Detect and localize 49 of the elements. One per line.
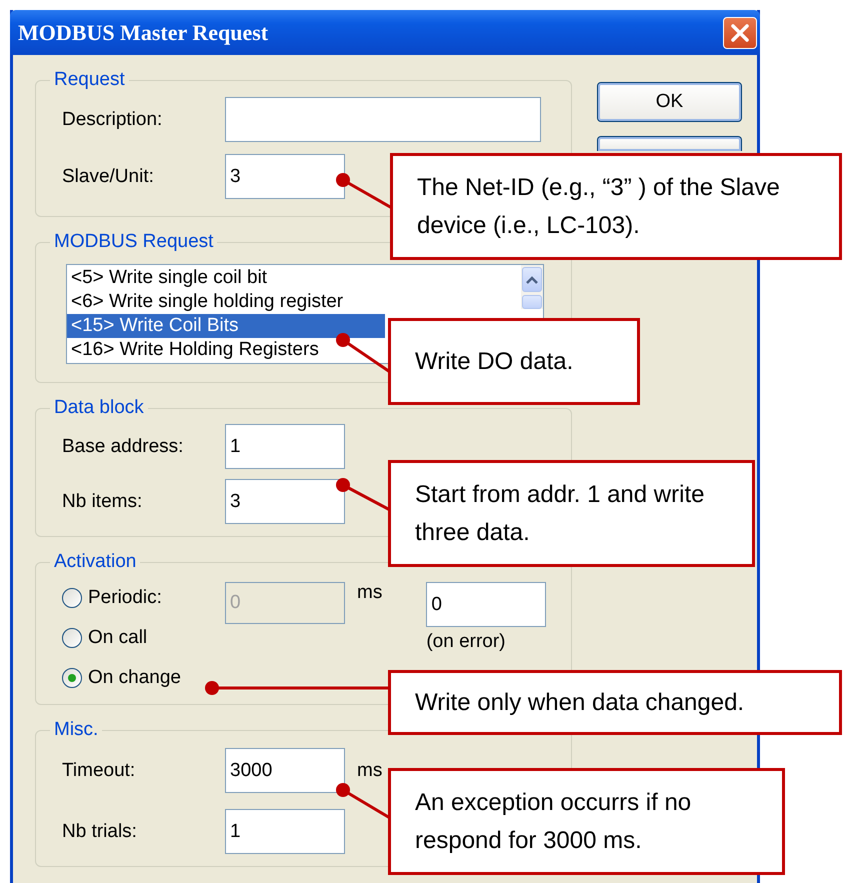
input-field[interactable]: 3000 (225, 748, 345, 793)
input-field[interactable] (225, 97, 541, 142)
radio-label: Periodic: (88, 587, 163, 609)
unit-label: ms (357, 760, 382, 782)
scroll-thumb[interactable] (522, 295, 542, 309)
radio-label: On change (88, 667, 182, 689)
radio-button[interactable] (62, 628, 82, 648)
list-item[interactable]: <5> Write single coil bit (67, 266, 385, 290)
close-button[interactable] (723, 16, 757, 48)
callout-note: Write DO data. (388, 318, 640, 405)
field-label: Nb items: (62, 490, 144, 512)
field-label: Base address: (62, 436, 184, 458)
leader-line (336, 173, 393, 210)
field-label: Description: (62, 108, 164, 130)
field-label: (on error) (426, 631, 507, 653)
callout-note: An exception occurrs if no respond for 3000 ms. (388, 768, 785, 875)
input-field[interactable]: 3 (225, 479, 345, 524)
field-label: Timeout: (62, 760, 136, 782)
window-title: MODBUS Master Request (18, 20, 268, 46)
radio-button[interactable] (62, 668, 82, 688)
input-field[interactable]: 1 (225, 809, 345, 854)
leader-line (336, 783, 391, 820)
input-field[interactable]: 3 (225, 154, 345, 199)
group-title: Data block (53, 397, 145, 419)
group-title: Misc. (53, 719, 100, 741)
list-item[interactable]: <15> Write Coil Bits (67, 314, 385, 338)
radio-button[interactable] (62, 588, 82, 608)
callout-note: Write only when data changed. (388, 670, 842, 735)
scroll-up-button[interactable] (522, 267, 542, 292)
button[interactable] (597, 136, 742, 151)
leader-line (336, 333, 391, 374)
input-field[interactable]: 1 (225, 424, 345, 469)
input-field[interactable]: 0 (426, 582, 546, 627)
field-label: Nb trials: (62, 820, 138, 842)
list-item[interactable]: <16> Write Holding Registers (67, 338, 385, 362)
group-title: MODBUS Request (53, 231, 214, 253)
group-title: Activation (53, 551, 138, 573)
callout-note: Start from addr. 1 and write three data. (388, 460, 755, 567)
group-title: Request (53, 69, 126, 91)
unit-label: ms (357, 582, 382, 604)
close-icon (730, 22, 750, 42)
radio-label: On call (88, 627, 148, 649)
list-item[interactable]: <6> Write single holding register (67, 290, 385, 314)
field-label: Slave/Unit: (62, 166, 155, 188)
callout-note: The Net-ID (e.g., “3” ) of the Slave device (i.e., LC-103). (390, 153, 842, 260)
scrollbar[interactable] (521, 265, 543, 309)
ok-button[interactable]: OK (597, 82, 742, 122)
chevron-up-icon (526, 276, 538, 284)
leader-line (336, 478, 391, 512)
